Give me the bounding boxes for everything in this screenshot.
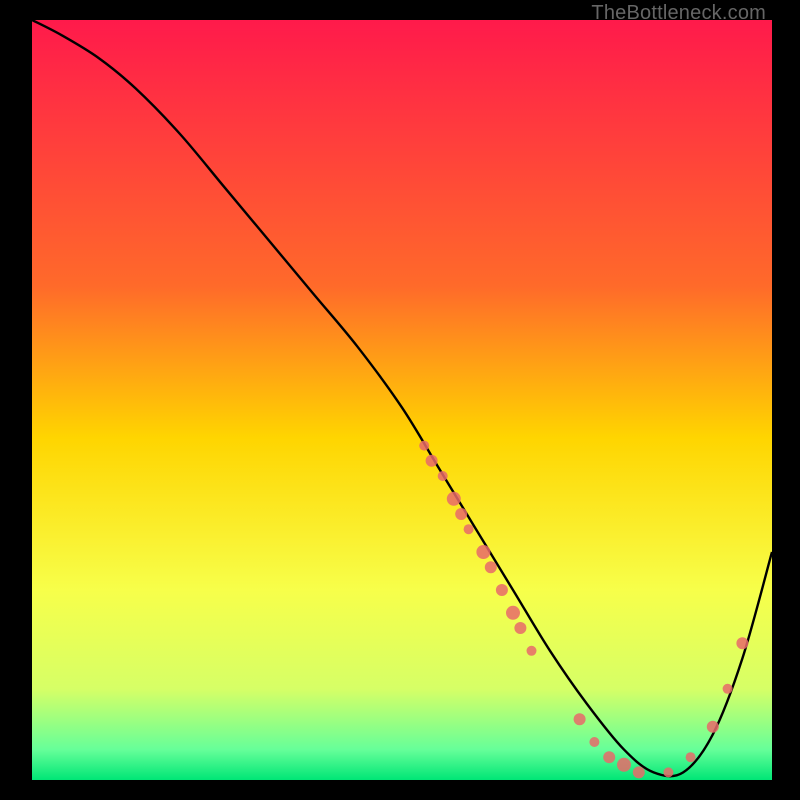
marker-dot xyxy=(419,441,429,451)
marker-dot xyxy=(514,622,526,634)
marker-dot xyxy=(426,455,438,467)
marker-dot xyxy=(633,766,645,778)
marker-dot xyxy=(527,646,537,656)
marker-dot xyxy=(723,684,733,694)
marker-dot xyxy=(686,752,696,762)
gradient-background xyxy=(32,20,772,780)
marker-dot xyxy=(574,713,586,725)
marker-dot xyxy=(707,721,719,733)
chart-container: TheBottleneck.com xyxy=(0,0,800,800)
marker-dot xyxy=(438,471,448,481)
marker-dot xyxy=(476,545,490,559)
marker-dot xyxy=(663,767,673,777)
marker-dot xyxy=(496,584,508,596)
marker-dot xyxy=(455,508,467,520)
marker-dot xyxy=(464,524,474,534)
marker-dot xyxy=(447,492,461,506)
marker-dot xyxy=(603,751,615,763)
chart-svg xyxy=(32,20,772,780)
marker-dot xyxy=(589,737,599,747)
marker-dot xyxy=(736,637,748,649)
marker-dot xyxy=(485,561,497,573)
plot-area xyxy=(32,20,772,780)
marker-dot xyxy=(506,606,520,620)
marker-dot xyxy=(617,758,631,772)
